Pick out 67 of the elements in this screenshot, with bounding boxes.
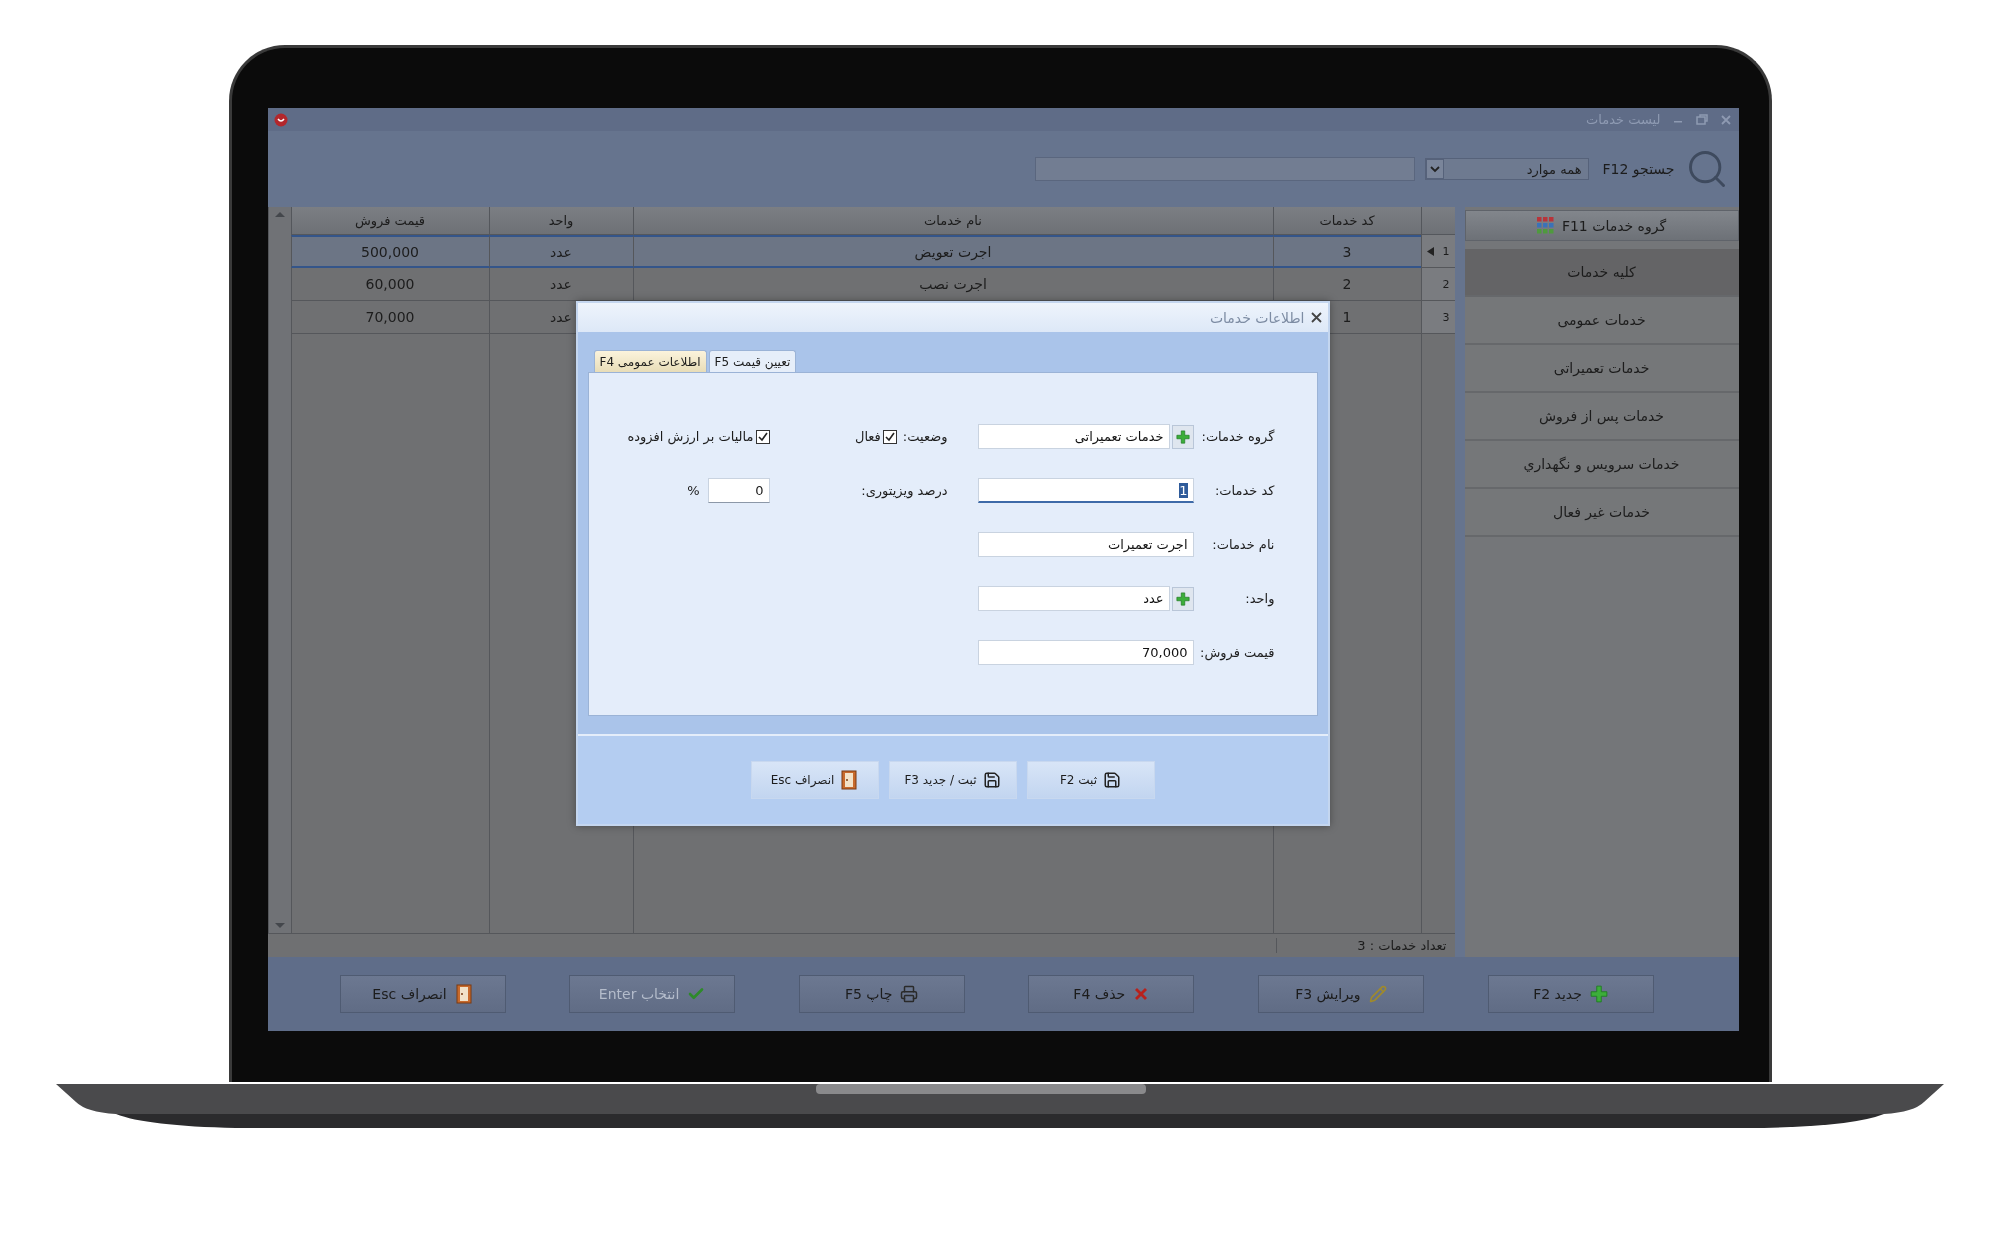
percent-sign: %	[687, 483, 700, 499]
group-item[interactable]: کلیه خدمات	[1464, 249, 1739, 297]
door-icon	[840, 770, 859, 791]
search-field[interactable]	[1034, 157, 1415, 181]
field-label: قیمت فروش:	[1200, 645, 1275, 661]
grid-icon	[1536, 217, 1554, 234]
plus-icon	[1175, 591, 1190, 606]
toolbar-button[interactable]: انصراف Esc	[339, 975, 506, 1013]
row-number: 3	[1442, 310, 1450, 324]
input-field[interactable]: 70,000	[977, 640, 1194, 666]
field-label: وضعیت:	[902, 429, 948, 445]
column-header[interactable]: کد خدمات	[1272, 207, 1421, 235]
table-cell: 3	[1272, 235, 1421, 268]
plus-icon	[1589, 985, 1608, 1003]
input-field[interactable]: اجرت تعمیرات	[977, 532, 1194, 558]
column-header[interactable]: واحد	[488, 207, 633, 235]
input-field[interactable]: 1	[977, 478, 1194, 504]
field-label: گروه خدمات:	[1201, 429, 1275, 445]
restore-icon[interactable]	[1694, 112, 1709, 127]
row-header[interactable]: 1	[1420, 235, 1455, 268]
add-button[interactable]	[1171, 586, 1194, 611]
pencil-icon	[1368, 985, 1387, 1003]
printer-icon	[900, 985, 919, 1003]
door-icon	[454, 984, 473, 1004]
dialog-button[interactable]: ثبت F2	[1026, 761, 1155, 800]
filter-dropdown[interactable]: همه موارد	[1424, 158, 1589, 180]
search-label: جستجو F12	[1602, 161, 1675, 177]
column-header[interactable]: نام خدمات	[632, 207, 1273, 235]
field-label: واحد:	[1245, 591, 1275, 607]
toolbar-button[interactable]: حذف F4	[1028, 975, 1195, 1013]
toolbar-button[interactable]: جدید F2	[1487, 975, 1654, 1013]
field-label: نام خدمات:	[1212, 537, 1275, 553]
input-field[interactable]: 0	[707, 478, 770, 504]
column-header[interactable]: قیمت فروش	[290, 207, 489, 235]
dialog-button[interactable]: انصراف Esc	[750, 761, 879, 800]
delete-icon	[1133, 986, 1150, 1002]
dialog-button[interactable]: ثبت / جدید F3	[888, 761, 1017, 800]
table-cell: 500,000	[290, 235, 489, 268]
checkbox[interactable]	[882, 429, 897, 444]
floppy-icon	[1103, 771, 1122, 790]
row-number: 2	[1442, 277, 1450, 291]
add-button[interactable]	[1171, 424, 1194, 449]
row-header[interactable]: 3	[1420, 301, 1455, 334]
field-label: درصد ویزیتوری:	[861, 483, 948, 499]
table-cell: اجرت تعویض	[632, 235, 1273, 268]
scrollbar[interactable]	[267, 207, 291, 933]
checkbox-label: فعال	[854, 429, 881, 445]
tab[interactable]: اطلاعات عمومی F4	[593, 350, 707, 373]
toolbar-button[interactable]: ویرایش F3	[1257, 975, 1424, 1013]
row-header[interactable]: 2	[1420, 268, 1455, 301]
toolbar-button[interactable]: چاپ F5	[798, 975, 965, 1013]
group-button[interactable]: گروه خدمات F11	[1464, 210, 1739, 241]
checkbox-label: مالیات بر ارزش افزوده	[627, 429, 754, 445]
current-row-icon	[1426, 246, 1434, 256]
row-number: 1	[1442, 244, 1450, 258]
input-field[interactable]: عدد	[977, 586, 1170, 612]
app-logo-icon	[273, 112, 288, 127]
record-count: تعداد خدمات : 3	[1275, 938, 1455, 953]
table-cell: عدد	[488, 235, 633, 268]
plus-icon	[1175, 429, 1190, 444]
tab[interactable]: تعیین قیمت F5	[708, 350, 797, 373]
floppy-icon	[982, 771, 1001, 790]
close-icon[interactable]	[1310, 312, 1322, 324]
field-label: کد خدمات:	[1214, 483, 1275, 499]
input-field[interactable]: خدمات تعمیراتی	[977, 424, 1170, 450]
row-header-corner	[1420, 207, 1455, 235]
checkbox[interactable]	[755, 429, 770, 444]
